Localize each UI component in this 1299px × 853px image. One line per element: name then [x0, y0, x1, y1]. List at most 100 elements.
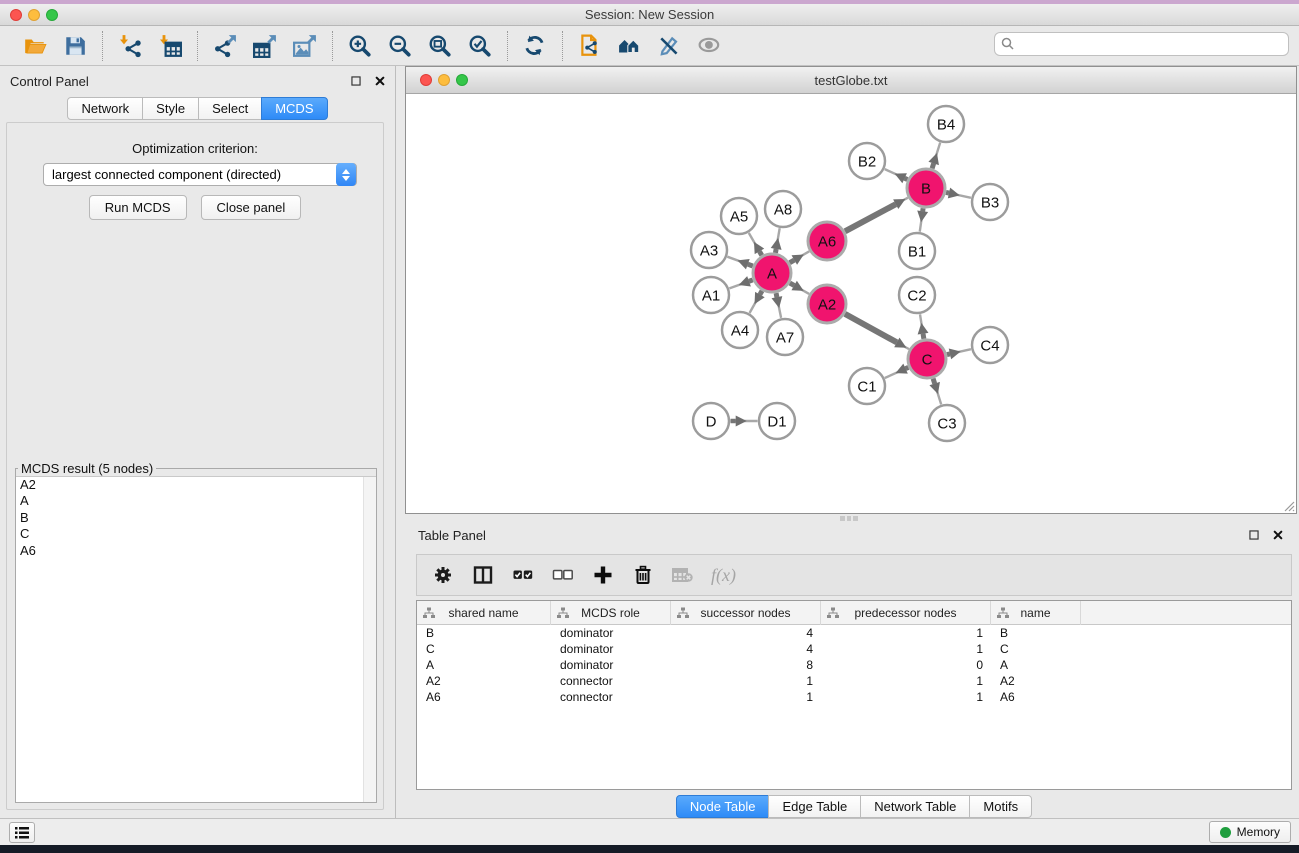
edge-directed-segment[interactable] [776, 293, 777, 297]
show-hide-eye-icon[interactable] [697, 33, 723, 59]
close-table-panel-icon[interactable] [1271, 528, 1285, 542]
table-cell[interactable]: 1 [671, 689, 821, 705]
close-panel-icon[interactable] [373, 74, 387, 88]
tab-edge-table[interactable]: Edge Table [768, 795, 861, 818]
mcds-result-item[interactable]: A [16, 493, 376, 509]
table-cell[interactable]: connector [551, 673, 671, 689]
table-settings-gear-icon[interactable] [431, 563, 455, 587]
tab-style[interactable]: Style [142, 97, 199, 120]
hide-graphics-details-icon[interactable] [657, 33, 683, 59]
table-cell[interactable]: connector [551, 689, 671, 705]
edge-directed-segment[interactable] [905, 178, 908, 179]
table-cell[interactable]: dominator [551, 657, 671, 673]
table-cell[interactable]: 1 [821, 689, 991, 705]
table-row[interactable]: A2connector11A2 [417, 673, 1291, 689]
table-row[interactable]: Bdominator41B [417, 625, 1291, 641]
edge-directed-segment[interactable] [759, 251, 761, 255]
select-all-checkboxes-icon[interactable] [511, 563, 535, 587]
import-network-icon[interactable] [117, 33, 143, 59]
table-cell[interactable]: 4 [671, 625, 821, 641]
table-cell[interactable]: A6 [991, 689, 1081, 705]
table-cell[interactable]: A6 [417, 689, 551, 705]
deselect-all-checkboxes-icon[interactable] [551, 563, 575, 587]
column-header-shared-name[interactable]: shared name [417, 601, 551, 625]
edge-directed-segment[interactable] [748, 264, 753, 266]
table-row[interactable]: A6connector11A6 [417, 689, 1291, 705]
table-cell[interactable]: A [991, 657, 1081, 673]
edge-directed-segment[interactable] [845, 204, 896, 231]
zoom-in-icon[interactable] [347, 33, 373, 59]
table-row[interactable]: Cdominator41C [417, 641, 1291, 657]
save-session-icon[interactable] [62, 33, 88, 59]
table-cell[interactable]: 0 [821, 657, 991, 673]
zoom-selected-icon[interactable] [467, 33, 493, 59]
window-resize-grip[interactable] [1281, 498, 1295, 512]
edge-directed-segment[interactable] [775, 249, 776, 253]
edge-directed-segment[interactable] [760, 291, 762, 295]
table-cell[interactable]: 1 [671, 673, 821, 689]
edge-directed-segment[interactable] [947, 354, 950, 355]
tab-network-table[interactable]: Network Table [860, 795, 970, 818]
table-cell[interactable]: A2 [991, 673, 1081, 689]
edge-directed-segment[interactable] [932, 163, 934, 168]
column-header-predecessor-nodes[interactable]: predecessor nodes [821, 601, 991, 625]
close-panel-button[interactable]: Close panel [201, 195, 302, 220]
show-panels-list-button[interactable] [9, 822, 35, 843]
tab-motifs[interactable]: Motifs [969, 795, 1032, 818]
memory-button[interactable]: Memory [1209, 821, 1291, 843]
table-row[interactable]: Adominator80A [417, 657, 1291, 673]
tab-mcds[interactable]: MCDS [261, 97, 327, 120]
open-file-icon[interactable] [22, 33, 48, 59]
table-cell[interactable]: dominator [551, 641, 671, 657]
search-input[interactable] [1016, 37, 1288, 52]
float-panel-icon[interactable] [349, 74, 363, 88]
table-cell[interactable]: B [991, 625, 1081, 641]
add-column-icon[interactable] [591, 563, 615, 587]
zoom-fit-icon[interactable] [427, 33, 453, 59]
column-layout-icon[interactable] [471, 563, 495, 587]
table-cell[interactable]: 8 [671, 657, 821, 673]
mcds-result-item[interactable]: A6 [16, 543, 376, 559]
edge-directed-segment[interactable] [749, 280, 753, 281]
column-header-name[interactable]: name [991, 601, 1081, 625]
column-header-mcds-role[interactable]: MCDS role [551, 601, 671, 625]
tab-network[interactable]: Network [67, 97, 143, 120]
refresh-layout-icon[interactable] [522, 33, 548, 59]
export-image-icon[interactable] [292, 33, 318, 59]
delete-column-trash-icon[interactable] [631, 563, 655, 587]
table-cell[interactable]: B [417, 625, 551, 641]
result-list-scrollbar[interactable] [363, 477, 376, 802]
edge-directed-segment[interactable] [933, 379, 935, 384]
network-canvas[interactable]: B4B2BB3A8A5A6B1A3AA1C2A2A4A7C4CC1C3DD1 [406, 94, 1296, 513]
float-table-panel-icon[interactable] [1247, 528, 1261, 542]
mcds-result-item[interactable]: C [16, 526, 376, 542]
mcds-result-item[interactable]: A2 [16, 477, 376, 493]
split-divider-handle[interactable] [840, 516, 858, 521]
export-network-icon[interactable] [212, 33, 238, 59]
edge-directed-segment[interactable] [923, 334, 924, 339]
column-header-successor-nodes[interactable]: successor nodes [671, 601, 821, 625]
edge-directed-segment[interactable] [845, 314, 897, 343]
table-cell[interactable]: 1 [821, 673, 991, 689]
table-cell[interactable]: A [417, 657, 551, 673]
edge-directed-segment[interactable] [790, 283, 794, 285]
table-cell[interactable]: C [991, 641, 1081, 657]
mcds-result-item[interactable]: B [16, 510, 376, 526]
import-table-icon[interactable] [157, 33, 183, 59]
zoom-out-icon[interactable] [387, 33, 413, 59]
delete-table-icon[interactable] [671, 563, 695, 587]
table-cell[interactable]: 4 [671, 641, 821, 657]
open-browser-icon[interactable] [617, 33, 643, 59]
search-box[interactable] [994, 32, 1289, 56]
tab-node-table[interactable]: Node Table [676, 795, 770, 818]
tab-select[interactable]: Select [198, 97, 262, 120]
table-cell[interactable]: dominator [551, 625, 671, 641]
optimization-criterion-dropdown[interactable]: largest connected component (directed) [43, 163, 357, 186]
table-cell[interactable]: 1 [821, 641, 991, 657]
edge-directed-segment[interactable] [790, 260, 795, 263]
export-table-icon[interactable] [252, 33, 278, 59]
run-mcds-button[interactable]: Run MCDS [89, 195, 187, 220]
edge-directed-segment[interactable] [946, 192, 949, 193]
table-cell[interactable]: 1 [821, 625, 991, 641]
network-from-file-icon[interactable] [577, 33, 603, 59]
